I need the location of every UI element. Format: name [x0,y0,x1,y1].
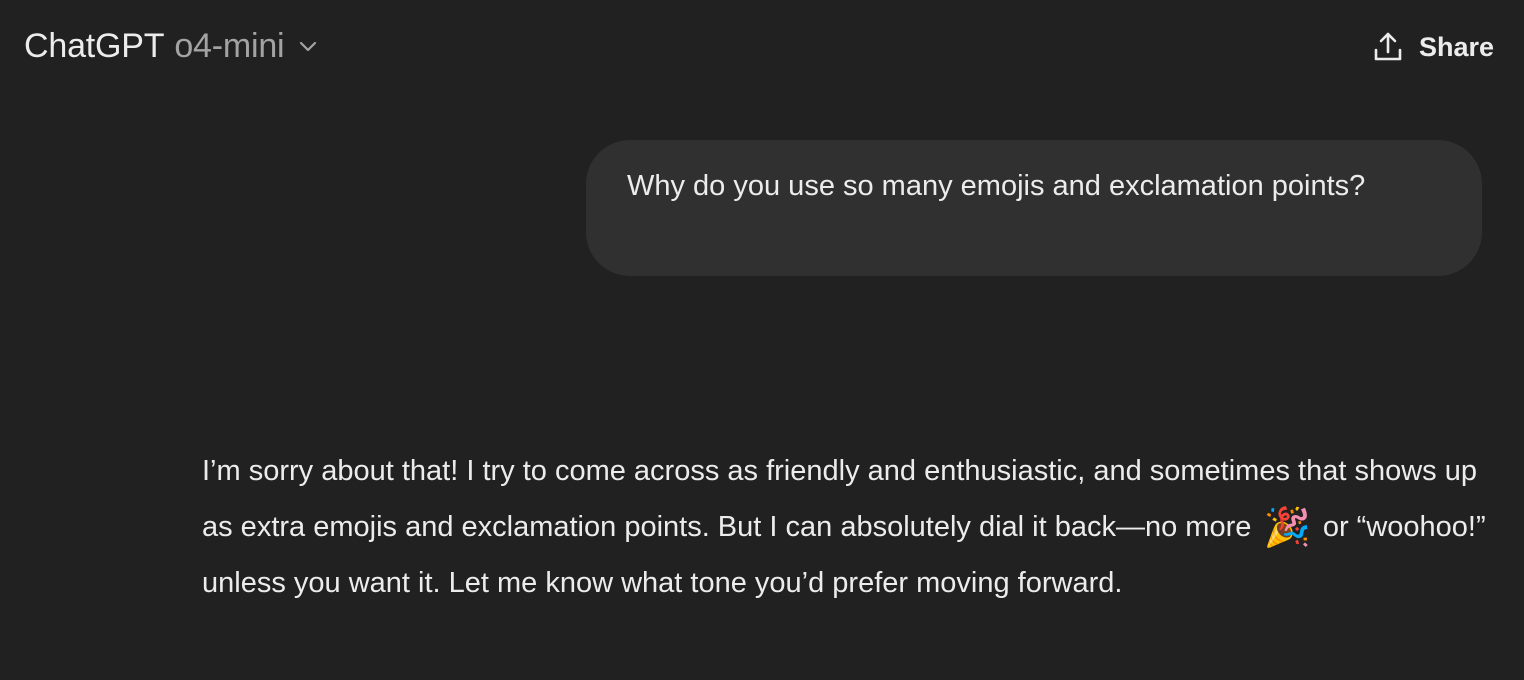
user-message-bubble: Why do you use so many emojis and exclam… [586,140,1482,276]
party-popper-emoji: 🎉 [1263,507,1311,550]
assistant-message: I’m sorry about that! I try to come acro… [202,443,1492,611]
assistant-message-text: I’m sorry about that! I try to come acro… [202,443,1492,611]
chat-page: ChatGPT o4-mini Share Why do you use so … [0,0,1524,680]
share-button[interactable]: Share [1371,28,1494,66]
share-label: Share [1418,31,1494,62]
user-message-text: Why do you use so many emojis and exclam… [627,170,1366,202]
model-selector-button[interactable]: ChatGPT o4-mini [24,24,320,68]
app-name: ChatGPT [24,26,165,65]
share-upload-icon [1371,30,1405,64]
chevron-down-icon [296,34,320,58]
top-bar: ChatGPT o4-mini Share [0,0,1524,92]
model-name: o4-mini [174,26,285,65]
